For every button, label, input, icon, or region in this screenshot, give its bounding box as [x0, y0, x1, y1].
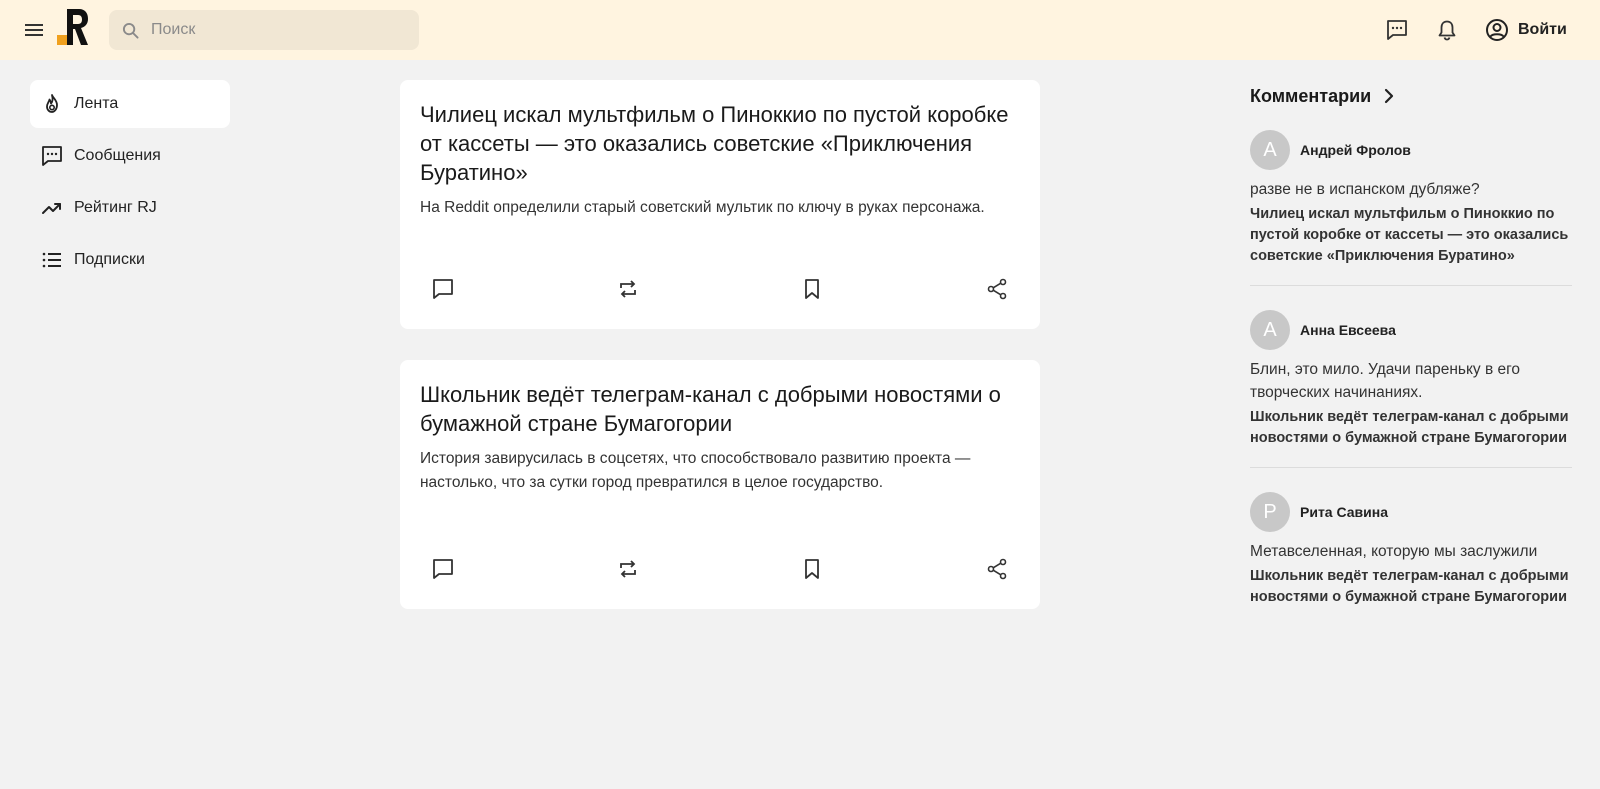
article-actions — [420, 555, 1020, 583]
article-title[interactable]: Чилиец искал мультфильм о Пиноккио по пу… — [420, 100, 1020, 187]
share-icon — [987, 278, 1007, 300]
sidebar-item-label: Подписки — [74, 251, 145, 268]
bookmark-icon — [805, 279, 820, 299]
search-input[interactable] — [151, 10, 411, 50]
article-title[interactable]: Школьник ведёт телеграм-канал с добрыми … — [420, 380, 1020, 438]
comment-article-link[interactable]: Школьник ведёт телеграм-канал с добрыми … — [1250, 566, 1572, 608]
comments-title: Комментарии — [1250, 85, 1372, 106]
bookmark-icon — [805, 559, 820, 579]
author-name[interactable]: Анна Евсеева — [1300, 322, 1396, 338]
sidebar-item-rating[interactable]: Рейтинг RJ — [30, 184, 230, 232]
comment-button[interactable] — [420, 275, 466, 303]
sidebar-item-label: Сообщения — [74, 147, 161, 164]
sidebar-item-messages[interactable]: Сообщения — [30, 132, 230, 180]
comment-author[interactable]: А Анна Евсеева — [1250, 310, 1572, 350]
login-button[interactable]: Войти — [1485, 17, 1567, 43]
comment-text[interactable]: Блин, это мило. Удачи пареньку в его тво… — [1250, 358, 1572, 404]
article-card[interactable]: Чилиец искал мультфильм о Пиноккио по пу… — [400, 80, 1040, 329]
article-lead: На Reddit определили старый советский му… — [420, 199, 985, 216]
comment-article-link[interactable]: Школьник ведёт телеграм-канал с добрыми … — [1250, 407, 1572, 449]
hamburger-icon[interactable] — [24, 20, 44, 40]
bookmark-button[interactable] — [789, 555, 835, 583]
article-actions — [420, 275, 1020, 303]
bell-icon[interactable] — [1436, 19, 1458, 41]
sidebar-item-label: Рейтинг RJ — [74, 199, 157, 216]
sidebar-item-label: Лента — [74, 95, 119, 112]
chat-bubble-icon[interactable] — [1386, 19, 1408, 41]
rj-logo[interactable] — [57, 9, 89, 45]
comment-item: Р Рита Савина Метавселенная, которую мы … — [1250, 492, 1572, 626]
comment-item: А Андрей Фролов разве не в испанском дуб… — [1250, 130, 1572, 286]
article-lead: История завирусилась в соцсетях, что спо… — [420, 450, 971, 491]
list-icon — [42, 252, 61, 268]
comment-author[interactable]: А Андрей Фролов — [1250, 130, 1572, 170]
sidebar-nav: Лента Сообщения Рейтинг RJ Подписки — [30, 80, 230, 288]
trending-up-icon — [42, 203, 61, 214]
avatar[interactable]: Р — [1250, 492, 1290, 532]
share-button[interactable] — [974, 555, 1020, 583]
search-icon — [122, 22, 139, 39]
comment-author[interactable]: Р Рита Савина — [1250, 492, 1572, 532]
comment-button[interactable] — [420, 555, 466, 583]
login-label: Войти — [1518, 21, 1567, 38]
repost-icon — [619, 560, 636, 578]
user-circle-icon — [1486, 19, 1508, 41]
sidebar-item-subscriptions[interactable]: Подписки — [30, 236, 230, 284]
comments-panel: Комментарии А Андрей Фролов разве не в и… — [1250, 80, 1572, 650]
comment-icon — [433, 559, 453, 579]
comment-text[interactable]: Метавселенная, которую мы заслужили — [1250, 540, 1572, 563]
repost-button[interactable] — [605, 555, 651, 583]
repost-icon — [619, 280, 636, 298]
share-icon — [987, 558, 1007, 580]
fire-icon — [46, 94, 58, 113]
author-name[interactable]: Рита Савина — [1300, 504, 1388, 520]
chevron-right-icon — [1385, 88, 1394, 104]
search-box[interactable] — [109, 10, 419, 50]
share-button[interactable] — [974, 275, 1020, 303]
top-bar: Войти — [0, 0, 1600, 60]
comment-item: А Анна Евсеева Блин, это мило. Удачи пар… — [1250, 310, 1572, 468]
author-name[interactable]: Андрей Фролов — [1300, 142, 1411, 158]
avatar[interactable]: А — [1250, 130, 1290, 170]
comment-icon — [433, 279, 453, 299]
comment-article-link[interactable]: Чилиец искал мультфильм о Пиноккио по пу… — [1250, 204, 1572, 267]
news-feed: Чилиец искал мультфильм о Пиноккио по пу… — [400, 80, 1040, 640]
bookmark-button[interactable] — [789, 275, 835, 303]
repost-button[interactable] — [605, 275, 651, 303]
avatar[interactable]: А — [1250, 310, 1290, 350]
comment-text[interactable]: разве не в испанском дубляже? — [1250, 178, 1572, 201]
sidebar-item-feed[interactable]: Лента — [30, 80, 230, 128]
comments-header-link[interactable]: Комментарии — [1250, 80, 1572, 112]
chat-bubble-icon — [42, 146, 62, 166]
article-card[interactable]: Школьник ведёт телеграм-канал с добрыми … — [400, 360, 1040, 609]
